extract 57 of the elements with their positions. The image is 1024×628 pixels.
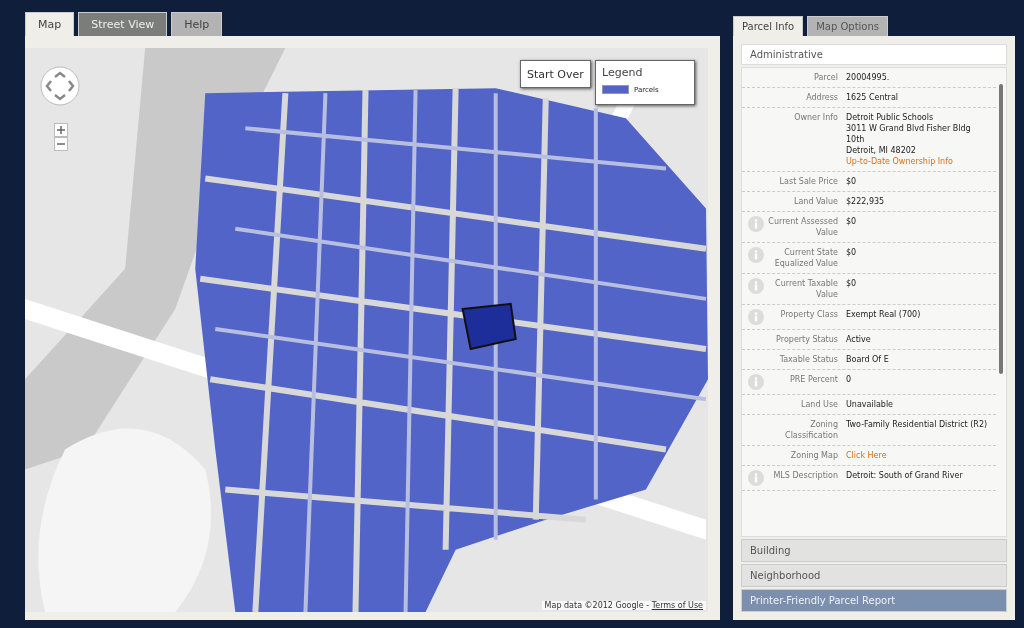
field-value: Exempt Real (700) [846,309,921,320]
info-icon[interactable] [748,309,764,325]
field-label: PRE Percent [788,374,838,386]
field-label: Parcel [812,72,838,83]
field-value: $222,935 [846,196,885,207]
field-label: Last Sale Price [778,176,838,187]
info-icon[interactable] [748,470,764,486]
field-value: 0 [846,374,852,385]
field-label: Property Class [779,309,838,321]
field-value: Detroit Public Schools [846,112,934,123]
section-header[interactable]: Building [741,539,1007,562]
field-label: Address [805,92,838,103]
value-link[interactable]: Up-to-Date Ownership Info [846,156,953,167]
map-attribution: Map data ©2012 Google - [544,601,651,610]
field-value: 3011 W Grand Blvd Fisher Bldg [846,123,971,134]
info-icon[interactable] [748,278,764,294]
field-value: Active [846,334,871,345]
field-value: $0 [846,278,857,289]
section-header[interactable]: Neighborhood [741,564,1007,587]
field-label: Property Status [775,334,838,345]
field-label: Zoning Classification [784,419,838,441]
field-value: 20004995. [846,72,890,83]
field-value: 1625 Central [846,92,899,103]
value-link[interactable]: Click Here [846,450,887,461]
map-tab[interactable]: Map [25,12,75,36]
field-value: Unavailable [846,399,894,410]
legend-title: Legend [602,66,644,79]
panel-tab[interactable]: Parcel Info [733,16,804,36]
field-label: Owner Info [793,112,838,124]
field-label: Current Assessed Value [767,216,838,238]
field-value: 10th [846,134,865,145]
field-label: Zoning Map [789,450,838,461]
field-label: Current State Equalized Value [773,247,838,269]
zoom-in-icon[interactable] [54,123,68,137]
field-label: Current Taxable Value [774,278,838,300]
field-value: $0 [846,176,857,187]
field-value: Detroit: South of Grand River [846,470,963,481]
terms-link[interactable]: Terms of Use [651,601,703,610]
field-label: Land Use [800,399,838,410]
panel-tab[interactable]: Map Options [807,16,888,36]
field-label: Taxable Status [778,354,838,365]
field-value: Board Of E [846,354,889,365]
map-tab[interactable]: Help [171,12,223,36]
info-icon[interactable] [748,247,764,263]
section-header[interactable]: Administrative [741,44,1007,65]
field-value: Two-Family Residential District (R2) [846,419,988,430]
info-icon[interactable] [748,374,764,390]
field-value: $0 [846,216,857,227]
zoom-out-icon[interactable] [54,137,68,151]
info-icon[interactable] [748,216,764,232]
field-label: Land Value [792,196,838,207]
field-value: Detroit, MI 48202 [846,145,916,156]
map-tab[interactable]: Street View [78,12,168,36]
field-value: $0 [846,247,857,258]
start-over-button[interactable]: Start Over [520,60,591,88]
pan-control[interactable] [40,66,80,106]
field-label: MLS Description [772,470,838,482]
